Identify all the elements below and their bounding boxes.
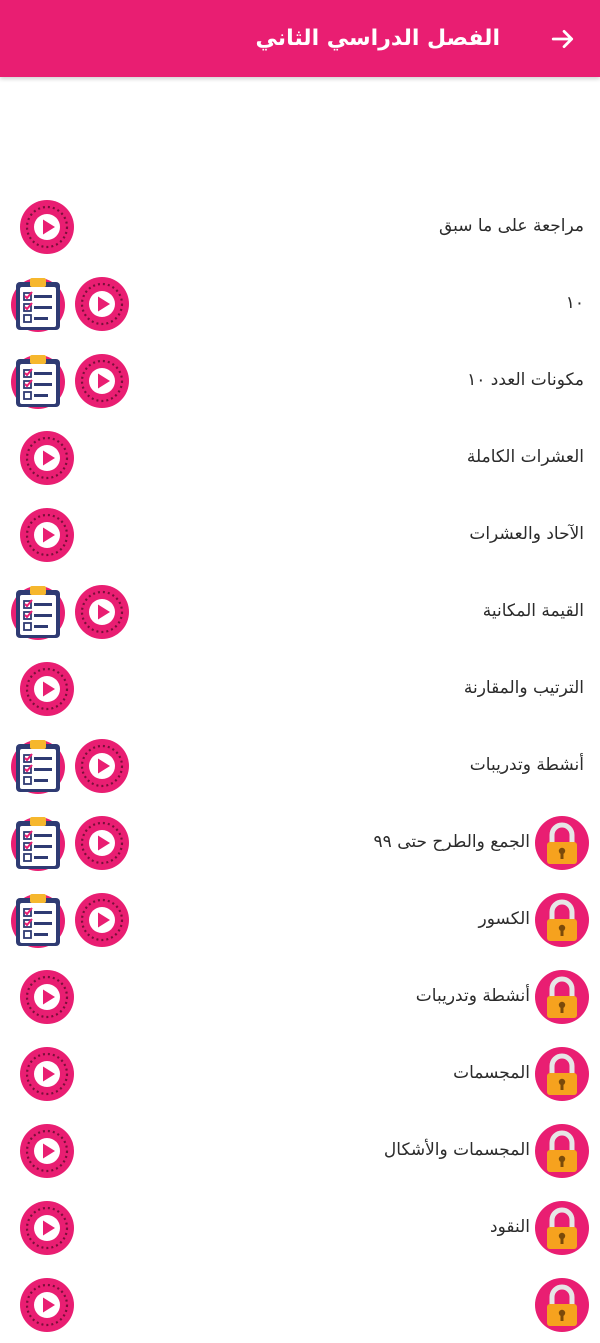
lesson-title: ١٠: [565, 293, 584, 313]
arrow-right-icon[interactable]: [550, 26, 576, 52]
lock-icon: [534, 1200, 590, 1256]
lesson-row[interactable]: ١٠: [0, 265, 600, 342]
play-video-icon[interactable]: [74, 815, 130, 871]
play-video-icon[interactable]: [19, 507, 75, 563]
lesson-row[interactable]: الجمع والطرح حتى ٩٩: [0, 804, 600, 881]
lesson-row[interactable]: المجسمات: [0, 1035, 600, 1112]
play-video-icon[interactable]: [19, 1123, 75, 1179]
lesson-row[interactable]: مكونات العدد ١٠: [0, 342, 600, 419]
lesson-title: الجمع والطرح حتى ٩٩: [373, 832, 530, 852]
quiz-clipboard-icon[interactable]: [10, 814, 66, 872]
play-video-icon[interactable]: [74, 892, 130, 948]
play-video-icon[interactable]: [74, 353, 130, 409]
back-button[interactable]: [550, 26, 576, 52]
play-video-icon[interactable]: [19, 1200, 75, 1256]
quiz-clipboard-icon[interactable]: [10, 891, 66, 949]
lesson-title: النقود: [490, 1217, 530, 1237]
lesson-row[interactable]: مراجعة على ما سبق: [0, 188, 600, 265]
lesson-row[interactable]: النقود: [0, 1189, 600, 1266]
lesson-list: مراجعة على ما سبق ١٠ مكونات العدد ١٠ العشرا…: [0, 188, 600, 1343]
lesson-title: مراجعة على ما سبق: [438, 216, 584, 236]
lesson-title: مكونات العدد ١٠: [467, 370, 584, 390]
page-title: الفصل الدراسي الثاني: [255, 26, 500, 51]
play-video-icon[interactable]: [19, 199, 75, 255]
play-video-icon[interactable]: [19, 1277, 75, 1333]
lock-icon: [534, 1123, 590, 1179]
quiz-clipboard-icon[interactable]: [10, 275, 66, 333]
lesson-row[interactable]: الكسور: [0, 881, 600, 958]
lesson-title: أنشطة وتدريبات: [469, 755, 584, 775]
lesson-row[interactable]: العشرات الكاملة: [0, 419, 600, 496]
lesson-row[interactable]: المجسمات والأشكال: [0, 1112, 600, 1189]
lock-icon: [534, 1277, 590, 1333]
lock-icon: [534, 892, 590, 948]
play-video-icon[interactable]: [74, 738, 130, 794]
lesson-row[interactable]: القيمة المكانية: [0, 573, 600, 650]
lesson-row[interactable]: أنشطة وتدريبات: [0, 727, 600, 804]
lesson-title: المجسمات والأشكال: [383, 1140, 530, 1160]
lesson-title: الكسور: [478, 909, 530, 929]
app-bar: الفصل الدراسي الثاني: [0, 0, 600, 77]
lock-icon: [534, 815, 590, 871]
play-video-icon[interactable]: [19, 430, 75, 486]
quiz-clipboard-icon[interactable]: [10, 583, 66, 641]
lesson-title: العشرات الكاملة: [466, 447, 584, 467]
lock-icon: [534, 969, 590, 1025]
play-video-icon[interactable]: [19, 1046, 75, 1102]
play-video-icon[interactable]: [74, 276, 130, 332]
lesson-row[interactable]: الترتيب والمقارنة: [0, 650, 600, 727]
lesson-row[interactable]: الآحاد والعشرات: [0, 496, 600, 573]
lesson-title: المجسمات: [453, 1063, 530, 1083]
play-video-icon[interactable]: [74, 584, 130, 640]
lesson-row[interactable]: [0, 1266, 600, 1343]
lock-icon: [534, 1046, 590, 1102]
lesson-title: القيمة المكانية: [482, 601, 584, 621]
lesson-title: الترتيب والمقارنة: [463, 678, 584, 698]
play-video-icon[interactable]: [19, 969, 75, 1025]
quiz-clipboard-icon[interactable]: [10, 352, 66, 410]
quiz-clipboard-icon[interactable]: [10, 737, 66, 795]
lesson-title: أنشطة وتدريبات: [415, 986, 530, 1006]
lesson-title: الآحاد والعشرات: [469, 524, 584, 544]
lesson-row[interactable]: أنشطة وتدريبات: [0, 958, 600, 1035]
play-video-icon[interactable]: [19, 661, 75, 717]
